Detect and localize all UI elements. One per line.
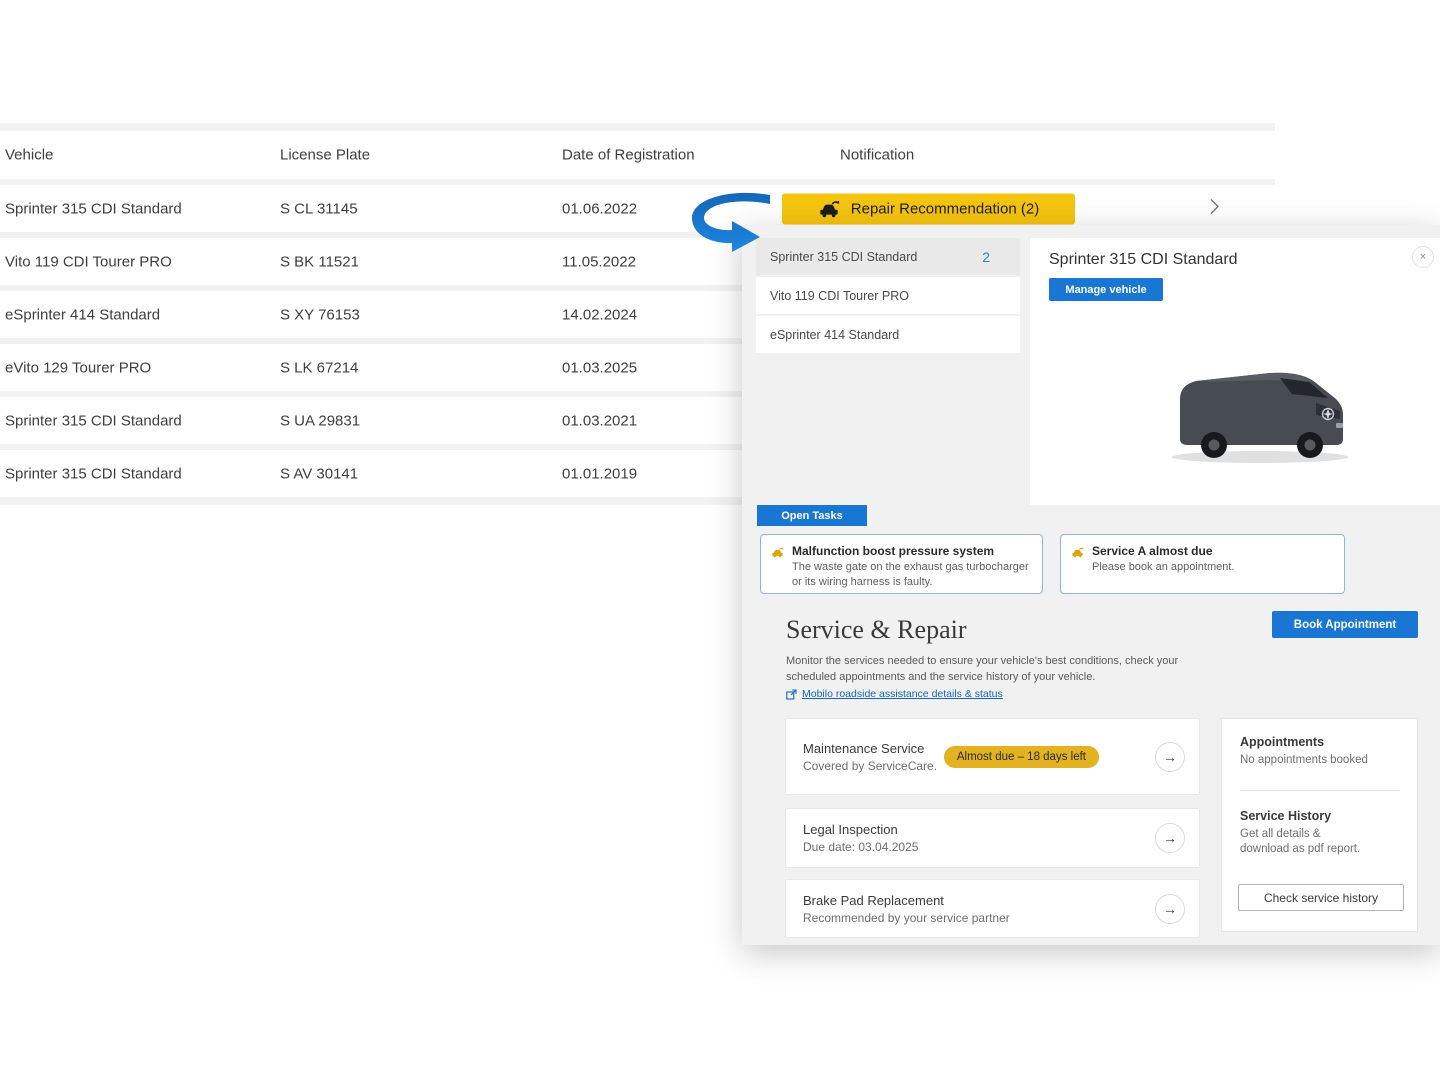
task-title: Service A almost due: [1092, 544, 1333, 558]
header-notification: Notification: [840, 147, 914, 164]
date-cell: 14.02.2024: [562, 306, 637, 323]
repair-recommendation-label: Repair Recommendation (2): [851, 200, 1039, 217]
vehicle-cell: Sprinter 315 CDI Standard: [5, 465, 182, 482]
vehicle-list-label: Vito 119 CDI Tourer PRO: [770, 289, 990, 303]
vehicle-list-item-sprinter-315[interactable]: Sprinter 315 CDI Standard 2: [756, 238, 1020, 275]
date-cell: 11.05.2022: [562, 253, 636, 270]
vehicle-cell: Sprinter 315 CDI Standard: [5, 200, 182, 217]
plate-cell: S CL 31145: [280, 200, 358, 217]
appointments-history-card: Appointments No appointments booked Serv…: [1221, 718, 1418, 932]
repair-car-icon: [818, 199, 840, 218]
vehicle-cell: eVito 129 Tourer PRO: [5, 359, 151, 376]
task-card-service-a[interactable]: Service A almost due Please book an appo…: [1060, 534, 1345, 594]
manage-vehicle-button[interactable]: Manage vehicle: [1049, 278, 1163, 301]
chevron-right-icon[interactable]: [1210, 198, 1219, 219]
appointments-text: No appointments booked: [1240, 753, 1399, 768]
service-item-title: Maintenance Service: [803, 741, 937, 756]
plate-cell: S XY 76153: [280, 306, 360, 323]
appointments-title: Appointments: [1240, 735, 1399, 749]
vehicle-card-title: Sprinter 315 CDI Standard: [1049, 251, 1238, 269]
vehicle-list: Sprinter 315 CDI Standard 2 Vito 119 CDI…: [756, 238, 1020, 355]
vehicle-cell: Sprinter 315 CDI Standard: [5, 412, 182, 429]
plate-cell: S BK 11521: [280, 253, 359, 270]
vehicle-list-label: eSprinter 414 Standard: [770, 328, 990, 342]
plate-cell: S AV 30141: [280, 465, 358, 482]
arrow-right-icon[interactable]: →: [1155, 894, 1185, 924]
service-history-title: Service History: [1240, 809, 1399, 823]
vehicle-list-item-esprinter-414[interactable]: eSprinter 414 Standard: [756, 316, 1020, 353]
task-warning-car-icon: [771, 544, 784, 589]
task-warning-car-icon: [1071, 544, 1084, 575]
book-appointment-button[interactable]: Book Appointment: [1272, 611, 1418, 638]
divider: [1240, 790, 1399, 791]
service-repair-description: Monitor the services needed to ensure yo…: [786, 653, 1216, 685]
task-card-malfunction[interactable]: Malfunction boost pressure system The wa…: [760, 534, 1043, 594]
task-title: Malfunction boost pressure system: [792, 544, 1033, 558]
header-license-plate: License Plate: [280, 147, 370, 164]
maintenance-service-card[interactable]: Maintenance Service Covered by ServiceCa…: [785, 718, 1200, 795]
open-tasks-tab[interactable]: Open Tasks: [757, 505, 867, 526]
brake-pad-replacement-card[interactable]: Brake Pad Replacement Recommended by you…: [785, 879, 1200, 938]
vehicle-cell: Vito 119 CDI Tourer PRO: [5, 253, 172, 270]
external-link-icon: [786, 689, 797, 700]
date-cell: 01.01.2019: [562, 465, 637, 482]
service-item-subtitle: Recommended by your service partner: [803, 911, 1010, 925]
vehicle-card: Sprinter 315 CDI Standard Manage vehicle…: [1030, 238, 1440, 505]
vehicle-detail-panel: Sprinter 315 CDI Standard 2 Vito 119 CDI…: [742, 225, 1440, 945]
mobilo-assistance-link[interactable]: Mobilo roadside assistance details & sta…: [786, 688, 1003, 700]
table-header-row: Vehicle License Plate Date of Registrati…: [0, 131, 1275, 179]
plate-cell: S UA 29831: [280, 412, 360, 429]
arrow-right-icon[interactable]: →: [1155, 823, 1185, 853]
plate-cell: S LK 67214: [280, 359, 358, 376]
service-item-title: Legal Inspection: [803, 822, 918, 837]
date-cell: 01.03.2021: [562, 412, 637, 429]
header-date-of-registration: Date of Registration: [562, 147, 695, 164]
service-item-subtitle: Due date: 03.04.2025: [803, 840, 918, 854]
service-item-title: Brake Pad Replacement: [803, 893, 1010, 908]
close-icon[interactable]: ×: [1412, 246, 1434, 268]
arrow-right-icon[interactable]: →: [1155, 742, 1185, 772]
legal-inspection-card[interactable]: Legal Inspection Due date: 03.04.2025 →: [785, 808, 1200, 868]
task-body: The waste gate on the exhaust gas turboc…: [792, 560, 1033, 589]
service-history-text: Get all details & download as pdf report…: [1240, 827, 1370, 857]
repair-recommendation-button[interactable]: Repair Recommendation (2): [782, 193, 1075, 224]
date-cell: 01.06.2022: [562, 200, 637, 217]
vehicle-cell: eSprinter 414 Standard: [5, 306, 160, 323]
vehicle-list-item-vito-119[interactable]: Vito 119 CDI Tourer PRO: [756, 277, 1020, 314]
van-image: [1150, 353, 1370, 473]
mobilo-assistance-link-label: Mobilo roadside assistance details & sta…: [802, 688, 1003, 700]
date-cell: 01.03.2025: [562, 359, 637, 376]
check-service-history-button[interactable]: Check service history: [1238, 884, 1404, 911]
fleet-dashboard: { "colors": { "accent_blue": "#1976d2", …: [0, 0, 1440, 1080]
service-repair-heading: Service & Repair: [786, 615, 967, 645]
service-item-subtitle: Covered by ServiceCare.: [803, 759, 937, 773]
almost-due-badge: Almost due – 18 days left: [944, 746, 1099, 768]
notification-count-badge: 2: [982, 249, 990, 265]
header-vehicle: Vehicle: [5, 147, 53, 164]
vehicle-list-label: Sprinter 315 CDI Standard: [770, 250, 982, 264]
task-body: Please book an appointment.: [1092, 560, 1333, 575]
